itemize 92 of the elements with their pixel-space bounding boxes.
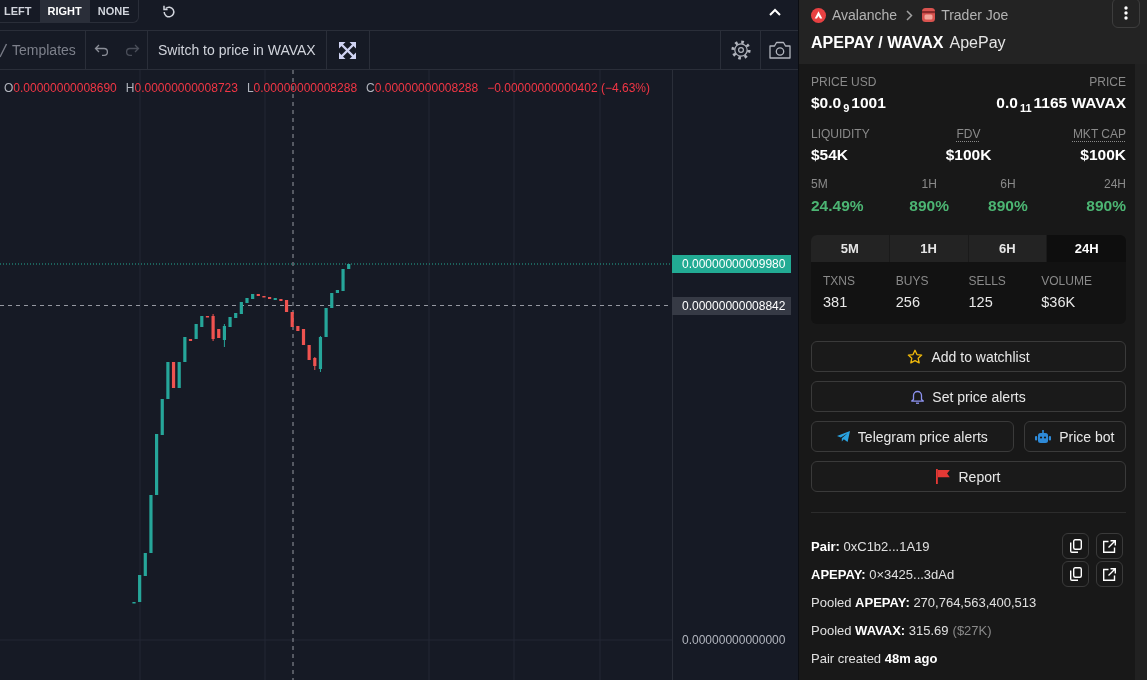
info-text: Pair: 0xC1b2...1A19 — [811, 538, 930, 554]
caret-up-icon — [769, 8, 781, 16]
robot-icon — [1035, 429, 1052, 444]
info-text: Pair created 48m ago — [811, 650, 938, 666]
watchlist-button[interactable]: Add to watchlist — [811, 341, 1126, 372]
candle — [228, 317, 232, 327]
metric-label: MKT CAP — [1071, 127, 1126, 142]
reset-icon — [161, 5, 176, 19]
stat-value: 381 — [823, 293, 849, 311]
redo-icon — [123, 44, 140, 56]
ohlc-value: 0.00000000008288 — [374, 80, 479, 96]
stat-label: BUYS — [895, 274, 930, 289]
external-link-icon — [1103, 539, 1116, 553]
period-tab[interactable]: 1H — [889, 235, 969, 262]
candle — [245, 298, 249, 303]
triangle-logo-icon — [811, 7, 826, 23]
chain-link[interactable]: Avalanche — [832, 7, 898, 23]
period-label: 1H — [920, 177, 938, 192]
scale-mode-tab[interactable]: RIGHT — [39, 0, 90, 22]
copy-button[interactable] — [1062, 533, 1089, 559]
price-label: PRICE — [1088, 75, 1126, 90]
candle — [149, 495, 153, 553]
price-label: 0.00000000009980 — [672, 255, 792, 273]
ohlc-value: 0.00000000008288 — [253, 80, 358, 96]
price-change-value: 24.49% — [811, 196, 865, 216]
period-tab[interactable]: 5M — [811, 235, 890, 262]
chevron-icon — [906, 9, 914, 21]
copy-icon — [1069, 539, 1082, 553]
ohlc-key: C — [366, 80, 375, 96]
copy-button[interactable] — [1062, 561, 1089, 587]
metric-label: LIQUIDITY — [811, 127, 871, 142]
stat-value: 125 — [968, 293, 994, 311]
bell-icon — [911, 389, 925, 404]
bot-button[interactable]: Price bot — [1023, 421, 1126, 452]
scale-mode-tab[interactable]: LEFT — [0, 0, 40, 22]
price-change: −0.00000000000402 (−4.63%) — [487, 80, 650, 96]
axis-tick-label: 0.00000000000000 — [681, 632, 787, 649]
price-change-value: 890% — [1085, 196, 1126, 216]
scale-mode-tab[interactable]: NONE — [89, 0, 138, 22]
mascot-logo-icon — [922, 8, 936, 22]
ohlc-key: O — [4, 80, 14, 96]
stat-value: $36K — [1041, 293, 1077, 311]
metric-label: FDV — [955, 127, 982, 142]
copy-icon — [1069, 567, 1082, 581]
undo-icon — [93, 44, 110, 56]
price-change-value: 890% — [908, 196, 950, 216]
price-label: 0.00000000008842 — [672, 297, 792, 315]
info-text: Pooled WAVAX: 315.69 — [811, 622, 949, 638]
period-label: 24H — [1103, 177, 1126, 192]
period-tab[interactable]: 24H — [1047, 235, 1126, 262]
ohlc-key: L — [246, 80, 254, 96]
external-link-icon — [1103, 567, 1116, 581]
ohlc-key: H — [125, 80, 135, 96]
camera-icon — [768, 41, 791, 59]
candle — [341, 269, 345, 291]
switch-price-button[interactable]: Switch to price in WAVAX — [148, 31, 327, 69]
templates-button[interactable]: Templates — [0, 31, 86, 69]
expand-icon — [339, 41, 357, 59]
info-text: Pooled APEPAY: 270,764,563,400,513 — [811, 594, 1037, 610]
stat-label: VOLUME — [1041, 274, 1093, 289]
ohlc-value: 0.00000000008690 — [13, 80, 117, 96]
price-label: PRICE USD — [811, 75, 878, 90]
period-label: 6H — [999, 177, 1017, 192]
candle — [347, 264, 351, 269]
more-icon — [1124, 6, 1128, 20]
period-tab[interactable]: 6H — [968, 235, 1048, 262]
pair-title: APEPAY / WAVAX — [811, 34, 944, 52]
token-name: ApePay — [949, 34, 1006, 52]
metric-value: $54K — [811, 145, 850, 165]
ohlc-value: 0.00000000008723 — [134, 80, 238, 96]
usd-value-note: ($27K) — [952, 622, 992, 638]
slash-icon — [0, 42, 7, 58]
info-text: APEPAY: 0×3425...3dAd — [811, 566, 955, 582]
dex-link[interactable]: Trader Joe — [941, 7, 1009, 23]
stat-label: TXNS — [823, 274, 856, 289]
stat-value: 256 — [895, 293, 921, 311]
period-label: 5M — [811, 177, 829, 192]
star-icon — [907, 348, 924, 365]
open-link-button[interactable] — [1096, 533, 1123, 559]
metric-value: $100K — [1079, 145, 1126, 165]
metric-value: $100K — [944, 145, 993, 165]
flag-icon — [936, 469, 951, 484]
settings-icon — [730, 40, 751, 60]
price-value: $0.0$_{9}$ 1001 — [811, 93, 886, 114]
alerts-button[interactable]: Set price alerts — [811, 381, 1126, 412]
telegram-button[interactable]: Telegram price alerts — [811, 421, 1014, 452]
report-button[interactable]: Report — [811, 461, 1126, 492]
open-link-button[interactable] — [1096, 561, 1123, 587]
price-change-value: 890% — [987, 196, 1029, 216]
stat-label: SELLS — [968, 274, 1007, 289]
price-value: 0.0$_{11}$1165 WAVAX — [996, 93, 1126, 114]
paper-plane-icon — [836, 431, 850, 442]
